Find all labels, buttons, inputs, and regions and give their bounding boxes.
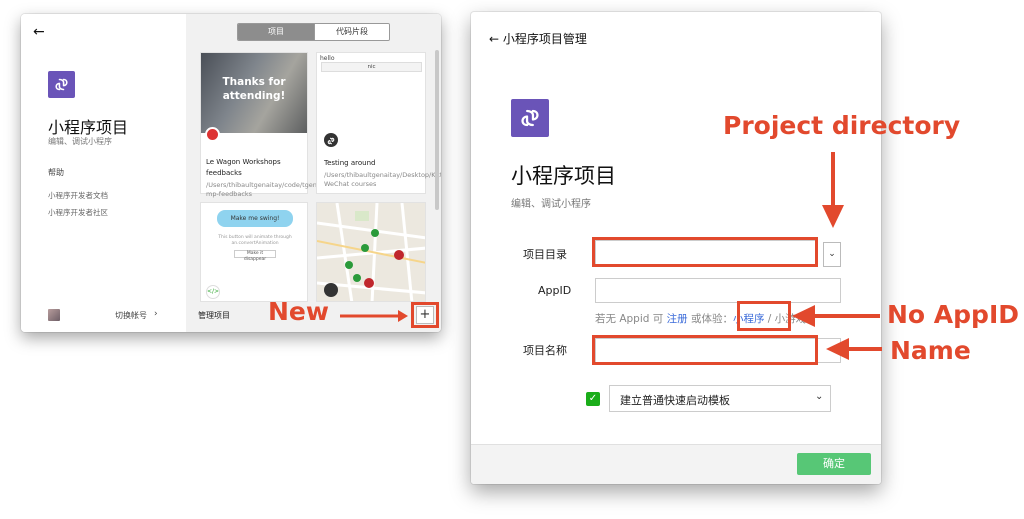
miniprogram-logo-icon (511, 99, 549, 137)
tab-code-snippets[interactable]: 代码片段 (314, 24, 389, 40)
appid-label: AppID (538, 284, 572, 297)
miniprogram-highlight-box (737, 301, 791, 331)
project-card[interactable]: Thanks for attending! Le Wagon Workshops… (200, 52, 359, 198)
confirm-button[interactable]: 确定 (797, 453, 871, 475)
project-title: Testing around (324, 159, 376, 167)
name-highlight-box (592, 335, 818, 365)
annotation-no-appid: No AppID (887, 300, 1019, 329)
miniprogram-badge-icon (324, 283, 338, 297)
preview-button: Make me swing! (217, 210, 293, 227)
preview-text: This button will animate through an.conv… (218, 235, 292, 246)
chevron-right-icon[interactable]: › (154, 309, 158, 319)
arrow-left-icon: ← (489, 32, 500, 46)
project-card[interactable]: hello nic Testing around /Users/thibault… (316, 52, 441, 194)
developer-community-link[interactable]: 小程序开发者社区 (48, 207, 108, 218)
thumbnail-text: Thanks for attending! (222, 76, 286, 102)
project-path: /Users/thibaultgenaitay/code/tgenaitay/w… (206, 181, 360, 198)
template-select-value: 建立普通快速启动模板 (620, 394, 730, 407)
chevron-down-icon[interactable]: ⌄ (823, 242, 841, 267)
preview-text: hello (320, 55, 335, 62)
manage-projects-button[interactable]: 管理项目 (198, 310, 230, 321)
annotation-project-directory: Project directory (723, 111, 961, 140)
template-select[interactable]: 建立普通快速启动模板 ⌄ (609, 385, 831, 412)
arrow-left-icon[interactable]: ← (33, 24, 45, 40)
page-subtitle: 编辑、调试小程序 (511, 199, 591, 210)
sidebar-title: 小程序项目 (48, 118, 129, 137)
project-thumbnail: Thanks for attending! (201, 53, 307, 133)
tab-projects[interactable]: 项目 (238, 24, 314, 40)
developer-docs-link[interactable]: 小程序开发者文档 (48, 190, 108, 201)
project-card[interactable] (316, 202, 426, 302)
back-label: 小程序项目管理 (502, 32, 587, 46)
project-card[interactable]: Make me swing! This button will animate … (200, 202, 308, 302)
project-title: Le Wagon Workshops feedbacks (206, 158, 281, 177)
annotation-new: New (268, 297, 329, 326)
appid-input[interactable] (595, 278, 841, 303)
scrollbar[interactable] (435, 50, 439, 210)
project-create-window: ← 小程序项目管理 小程序项目 编辑、调试小程序 项目目录 ⌄ AppID 若无… (471, 12, 881, 484)
left-sidebar: ← 小程序项目 编辑、调试小程序 帮助 小程序开发者文档 小程序开发者社区 切换… (21, 14, 186, 332)
sidebar-subtitle: 编辑、调试小程序 (48, 137, 112, 146)
miniprogram-badge-icon (324, 133, 338, 147)
project-directory-label: 项目目录 (523, 248, 567, 261)
help-heading: 帮助 (48, 168, 64, 177)
hint-text: 或体验： (687, 313, 733, 325)
hint-text: 若无 Appid 可 (595, 313, 667, 325)
new-project-highlight-box (411, 302, 439, 328)
project-name-label: 项目名称 (523, 344, 567, 357)
back-button[interactable]: ← 小程序项目管理 (489, 30, 587, 47)
page-title: 小程序项目 (511, 164, 616, 188)
preview-bar: nic (321, 62, 422, 72)
chevron-down-icon: ⌄ (815, 391, 824, 402)
directory-highlight-box (592, 237, 818, 267)
code-badge-icon: </> (206, 285, 220, 299)
annotation-name: Name (890, 336, 971, 365)
project-grid-area: 项目 代码片段 Thanks for attending! Le Wagon W… (186, 14, 441, 332)
project-list-window: ← 小程序项目 编辑、调试小程序 帮助 小程序开发者文档 小程序开发者社区 切换… (21, 14, 441, 332)
miniprogram-logo-icon (48, 71, 75, 98)
tab-bar: 项目 代码片段 (237, 23, 390, 41)
avatar (48, 309, 60, 321)
register-link[interactable]: 注册 (667, 313, 688, 325)
project-badge-icon (205, 127, 220, 142)
project-path: /Users/thibaultgenaitay/Desktop/Kitt WeC… (324, 171, 441, 188)
preview-small-button: Make it disappear (234, 250, 276, 262)
template-checkbox[interactable]: ✓ (586, 392, 600, 406)
switch-account-button[interactable]: 切换帐号 (115, 310, 147, 321)
